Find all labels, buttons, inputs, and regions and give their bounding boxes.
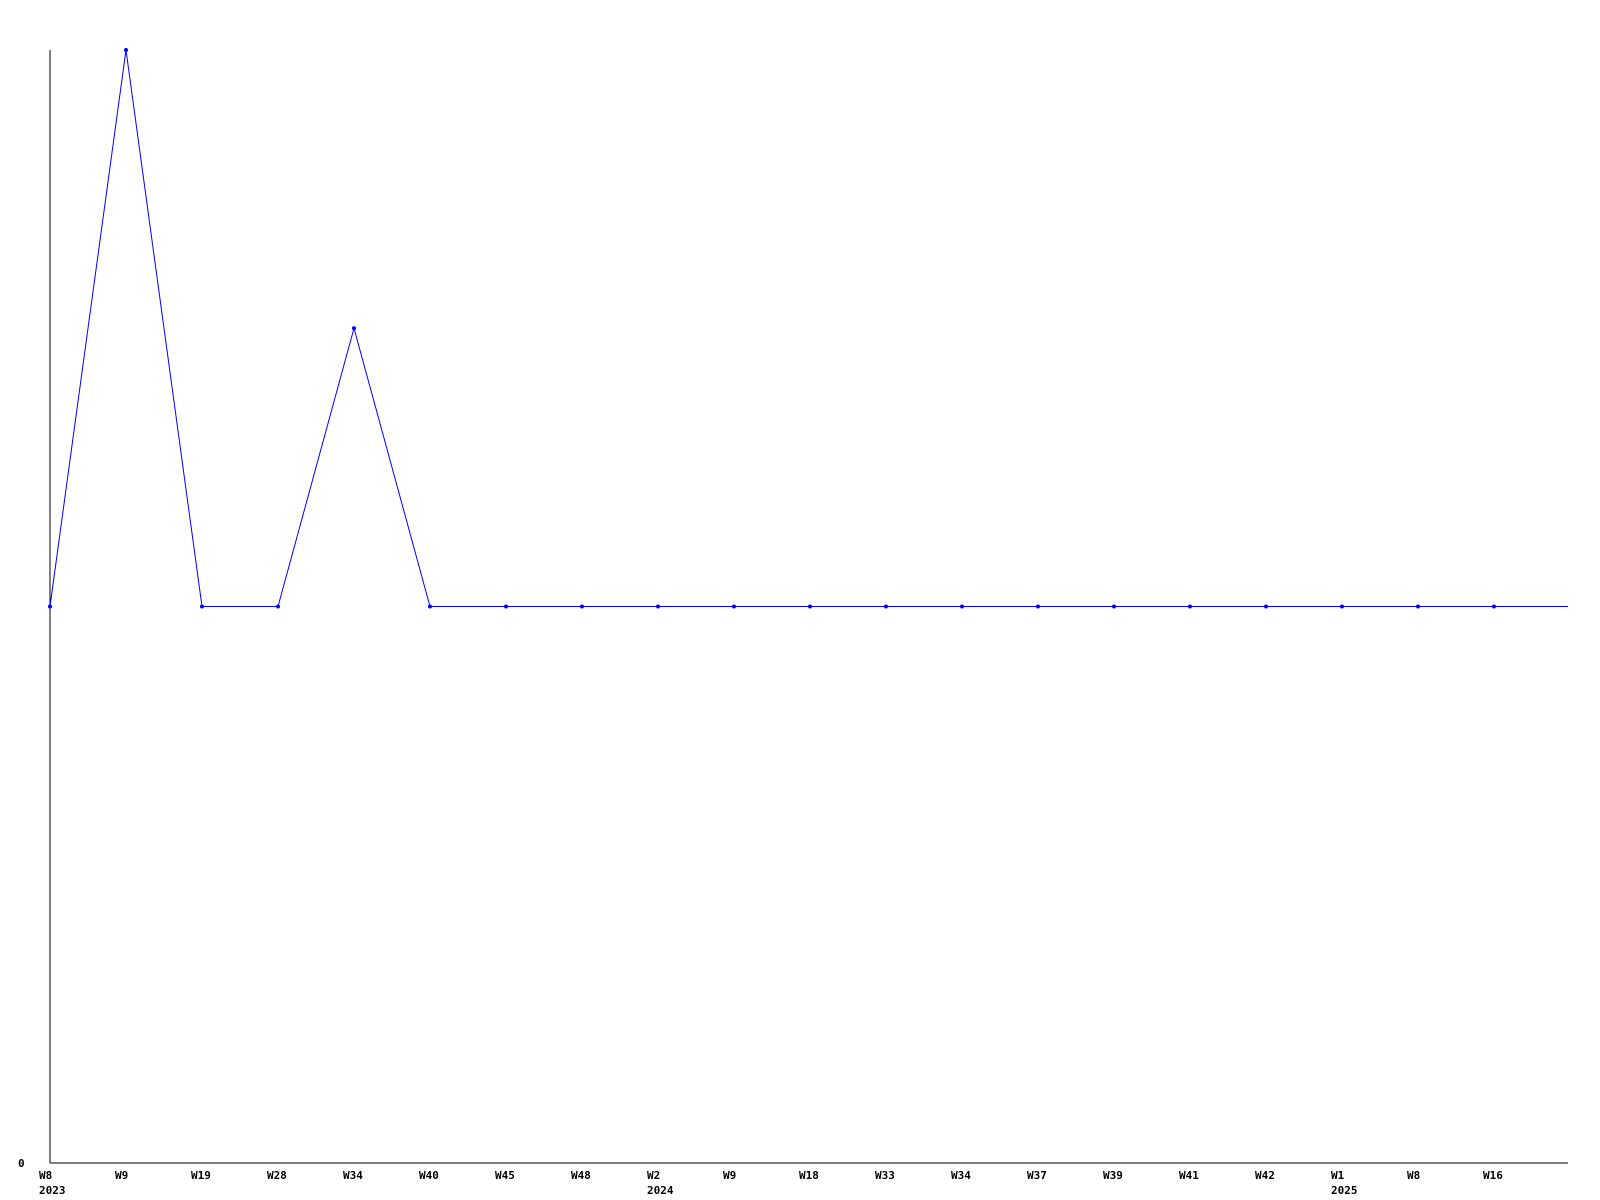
x-tick-label: W37: [1027, 1169, 1047, 1182]
data-point: [504, 604, 508, 609]
x-tick-label: W16: [1483, 1169, 1503, 1182]
x-tick-label: W48: [571, 1169, 591, 1182]
y-tick-label: 0: [18, 1157, 25, 1170]
chart-canvas: 0 W8 2023 W9 W19 W28 W34 W40 W45 W48 W2 2024 W9 W18 W3…: [18, 48, 1568, 1197]
data-point: [1188, 604, 1192, 609]
data-point: [276, 604, 280, 609]
line-chart: 0 W8 2023 W9 W19 W28 W34 W40 W45 W48 W2 2024 W9 W18 W3…: [0, 0, 1600, 1200]
data-point: [580, 604, 584, 609]
x-tick-label: W34: [343, 1169, 363, 1182]
x-tick-label: W34: [951, 1169, 971, 1182]
data-point: [200, 604, 204, 609]
data-point: [656, 604, 660, 609]
x-tick-label: W42: [1255, 1169, 1275, 1182]
x-tick-label: W9: [115, 1169, 128, 1182]
x-tick-label: W9: [723, 1169, 736, 1182]
data-point: [732, 604, 736, 609]
x-tick-label: W18: [799, 1169, 819, 1182]
series-line: [49, 49, 1568, 607]
x-tick-label: W40: [419, 1169, 439, 1182]
data-point: [1036, 604, 1040, 609]
x-tick-label: W8: [1407, 1169, 1420, 1182]
data-point: [1492, 604, 1496, 609]
x-tick-label: W19: [191, 1169, 211, 1182]
data-point: [428, 604, 432, 609]
x-tick-label: W8: [39, 1169, 52, 1182]
series-group: [48, 48, 1568, 609]
data-point: [48, 604, 52, 609]
data-point: [884, 604, 888, 609]
data-point: [1416, 604, 1420, 609]
x-tick-label: W41: [1179, 1169, 1199, 1182]
data-point: [1112, 604, 1116, 609]
x-tick-year-label: 2025: [1331, 1184, 1358, 1197]
data-point: [352, 326, 356, 331]
x-tick-year-label: 2024: [647, 1184, 674, 1197]
data-point: [808, 604, 812, 609]
data-point: [124, 48, 128, 52]
x-tick-label: W45: [495, 1169, 515, 1182]
x-tick-label: W28: [267, 1169, 287, 1182]
x-tick-year-label: 2023: [39, 1184, 66, 1197]
x-tick-label: W2: [647, 1169, 660, 1182]
x-tick-label: W33: [875, 1169, 895, 1182]
data-point: [1264, 604, 1268, 609]
data-point: [960, 604, 964, 609]
data-point: [1340, 604, 1344, 609]
x-tick-label: W1: [1331, 1169, 1345, 1182]
x-tick-label: W39: [1103, 1169, 1123, 1182]
